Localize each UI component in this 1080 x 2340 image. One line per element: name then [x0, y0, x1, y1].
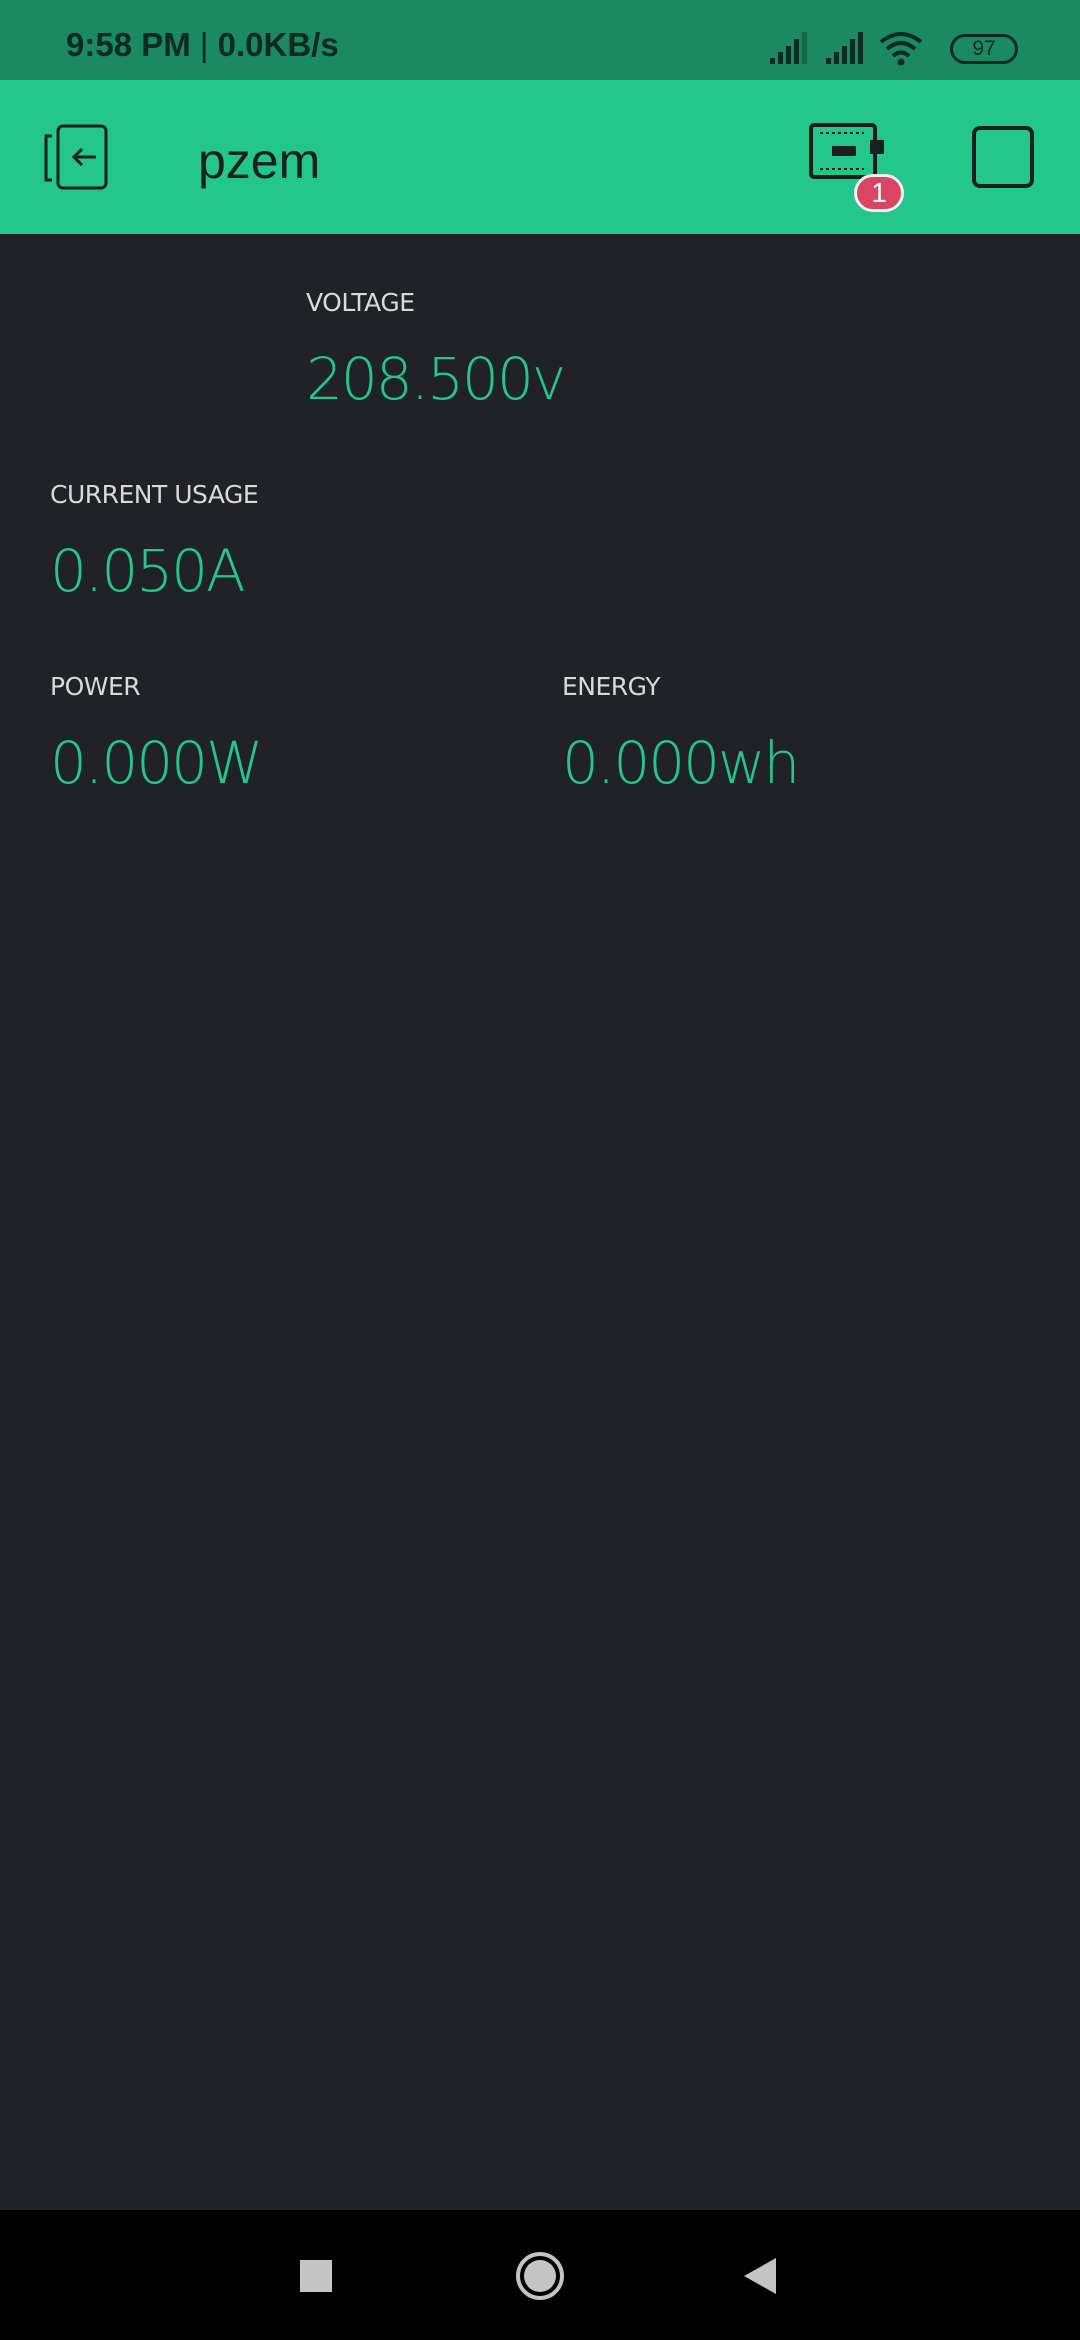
- back-triangle-icon[interactable]: [740, 2250, 780, 2300]
- signal-icon: [770, 32, 807, 64]
- status-icons: 97: [768, 30, 1018, 70]
- voltage-value: 208.500v: [306, 345, 566, 413]
- home-icon[interactable]: [512, 2250, 568, 2300]
- status-time: 9:58 PM: [66, 26, 191, 63]
- status-separator: |: [199, 26, 209, 63]
- energy-value: 0.000wh: [562, 729, 800, 797]
- wifi-icon: [879, 32, 923, 66]
- power-value: 0.000W: [50, 729, 263, 797]
- app-title: pzem: [198, 133, 321, 189]
- device-button[interactable]: 1: [808, 122, 918, 212]
- recents-icon[interactable]: [296, 2250, 336, 2300]
- battery-icon: 97: [950, 34, 1018, 64]
- power-widget[interactable]: POWER 0.000W: [50, 672, 263, 797]
- app-bar: pzem 1: [0, 80, 1080, 234]
- status-bar: 9:58 PM | 0.0KB/s 97: [0, 0, 1080, 80]
- energy-label: ENERGY: [562, 672, 661, 701]
- voltage-label: VOLTAGE: [306, 288, 415, 317]
- exit-button[interactable]: [38, 120, 118, 196]
- back-icon: [44, 124, 108, 190]
- current-label: CURRENT USAGE: [50, 480, 259, 509]
- current-value: 0.050A: [50, 537, 246, 605]
- voltage-widget[interactable]: VOLTAGE 208.500v: [306, 288, 566, 413]
- nav-bar: [0, 2210, 1080, 2340]
- status-time-group: 9:58 PM | 0.0KB/s: [66, 26, 339, 64]
- device-icon: [809, 123, 884, 179]
- current-widget[interactable]: CURRENT USAGE 0.050A: [50, 480, 259, 605]
- signal-icon: [826, 32, 863, 64]
- square-icon[interactable]: [972, 126, 1034, 188]
- power-label: POWER: [50, 672, 141, 701]
- device-badge: 1: [854, 174, 904, 212]
- net-speed: 0.0KB/s: [217, 26, 339, 63]
- energy-widget[interactable]: ENERGY 0.000wh: [562, 672, 800, 797]
